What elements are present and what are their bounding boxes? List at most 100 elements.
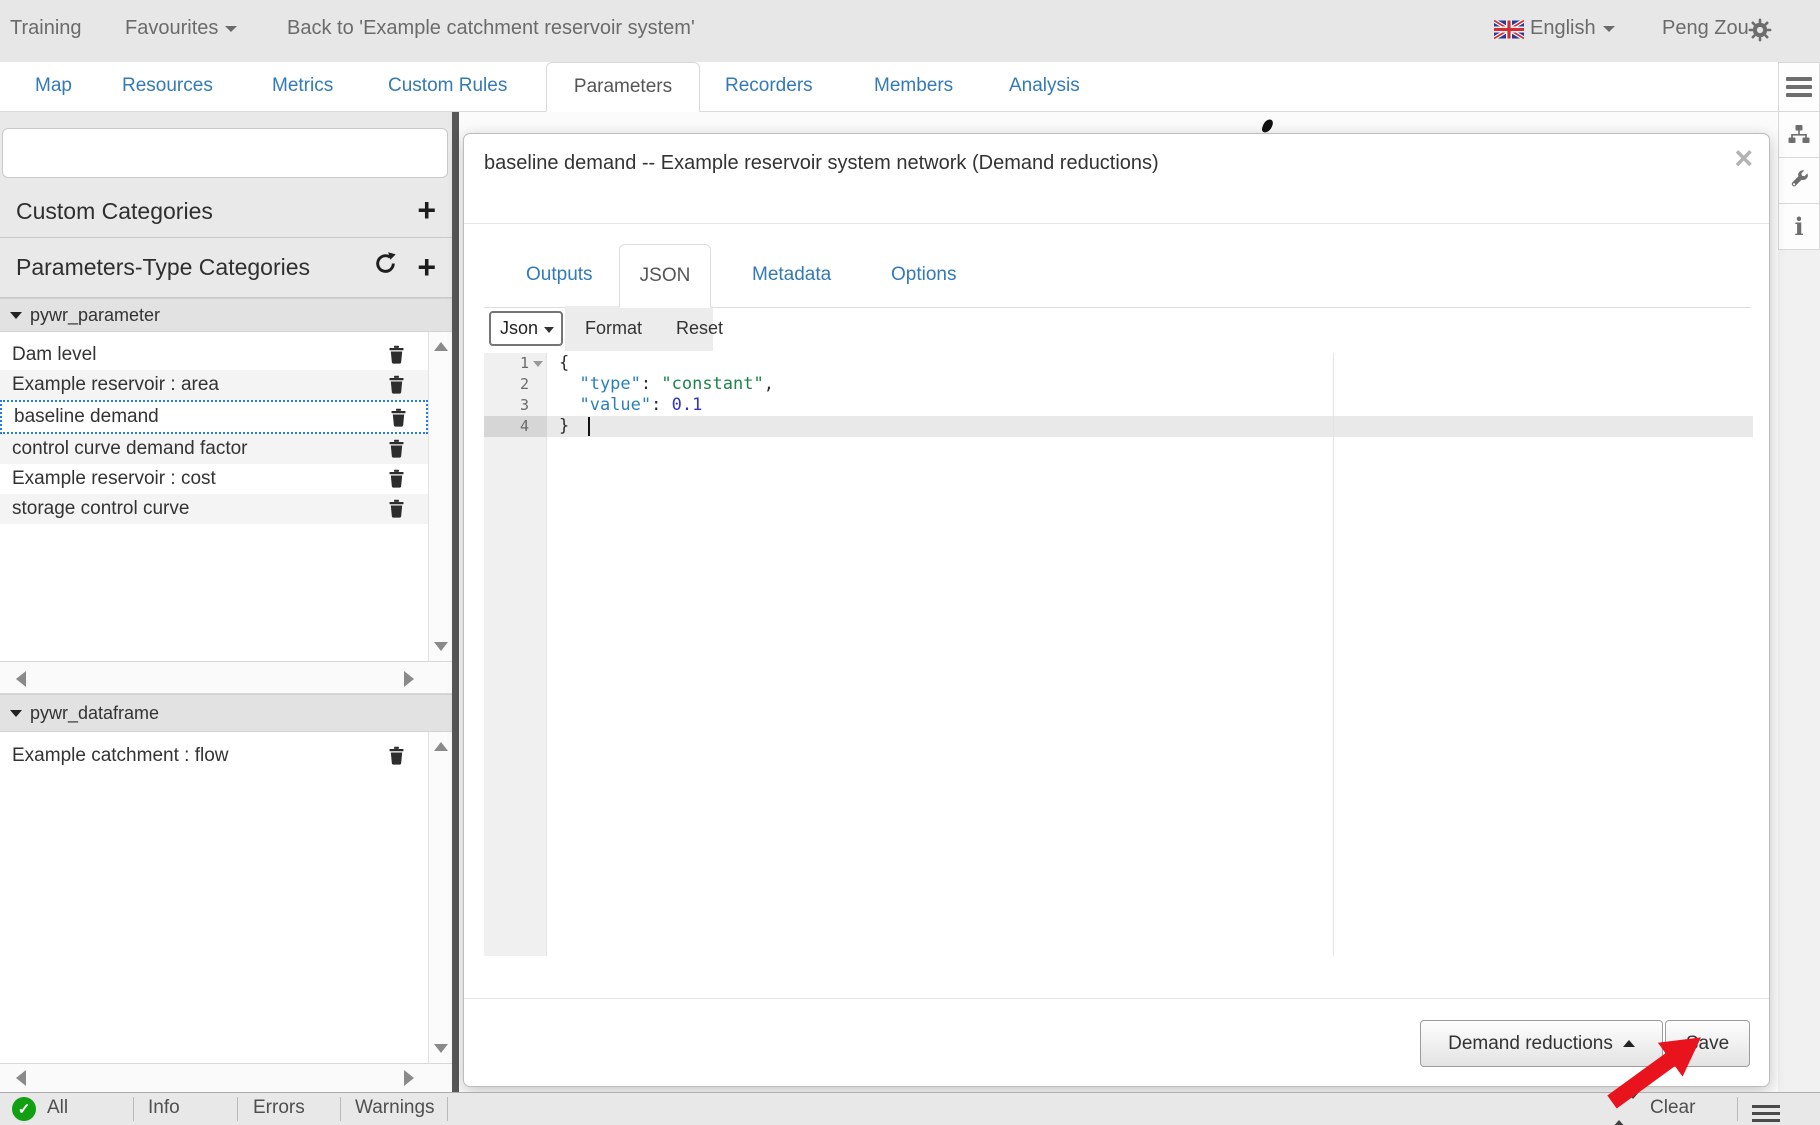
tab-metrics[interactable]: Metrics (272, 75, 333, 97)
format-button[interactable]: Format (585, 318, 642, 339)
editor-toolbar: Format Reset (565, 306, 713, 351)
tab-options[interactable]: Options (891, 264, 956, 286)
user-menu[interactable]: Peng Zou (1662, 17, 1749, 40)
json-mode-select[interactable]: Json (489, 311, 563, 346)
list-item[interactable]: Example catchment : flow (0, 740, 428, 772)
divider (447, 1097, 448, 1121)
line-number: 4 (484, 416, 547, 437)
tab-custom-rules[interactable]: Custom Rules (388, 75, 507, 97)
back-link[interactable]: Back to 'Example catchment reservoir sys… (287, 17, 695, 40)
brand-link[interactable]: Training (10, 17, 82, 40)
add-parameter-type-category-button[interactable]: + (417, 251, 436, 283)
parameter-detail-modal: baseline demand -- Example reservoir sys… (463, 133, 1770, 1087)
filter-info[interactable]: Info (148, 1097, 180, 1119)
tab-metadata[interactable]: Metadata (752, 264, 831, 286)
divider (340, 1097, 341, 1121)
wrench-icon (1788, 169, 1811, 192)
close-icon[interactable]: × (1734, 142, 1753, 174)
filter-errors[interactable]: Errors (253, 1097, 305, 1119)
add-custom-category-button[interactable]: + (417, 194, 436, 226)
tab-json[interactable]: JSON (619, 244, 711, 308)
reset-button[interactable]: Reset (676, 318, 723, 339)
horizontal-scrollbar[interactable] (0, 662, 452, 694)
tab-outputs[interactable]: Outputs (526, 264, 593, 286)
info-icon: i (1794, 215, 1803, 239)
group-name: pywr_dataframe (30, 703, 159, 724)
divider (464, 223, 1769, 224)
modal-title: baseline demand -- Example reservoir sys… (484, 152, 1159, 175)
chevron-down-icon (544, 327, 554, 333)
fold-caret-icon[interactable] (533, 361, 543, 367)
filter-all[interactable]: All (47, 1097, 68, 1119)
collapse-caret-icon (10, 710, 22, 717)
scroll-left-icon[interactable] (16, 671, 26, 687)
refresh-icon[interactable] (373, 251, 398, 282)
trash-icon[interactable] (386, 344, 408, 366)
app-root: Training Favourites Back to 'Example cat… (0, 0, 1820, 1125)
language-menu[interactable]: English (1530, 17, 1615, 40)
group-name: pywr_parameter (30, 305, 160, 326)
scroll-left-icon[interactable] (16, 1070, 26, 1086)
group-header-pywr-dataframe[interactable]: pywr_dataframe (0, 694, 452, 732)
panel-splitter[interactable] (452, 112, 459, 1092)
vertical-scrollbar[interactable] (428, 332, 452, 661)
right-tool-strip: i (1778, 62, 1820, 1092)
tab-resources[interactable]: Resources (122, 75, 213, 97)
trash-icon[interactable] (386, 468, 408, 490)
tab-map[interactable]: Map (35, 75, 72, 97)
trash-icon[interactable] (388, 407, 410, 429)
search-input[interactable] (2, 128, 448, 178)
scroll-right-icon[interactable] (404, 671, 414, 687)
favourites-menu[interactable]: Favourites (125, 17, 237, 40)
line-number: 2 (484, 374, 547, 395)
scroll-up-icon[interactable] (434, 742, 448, 751)
scroll-up-icon[interactable] (434, 342, 448, 351)
vertical-scrollbar[interactable] (428, 732, 452, 1063)
trash-icon[interactable] (386, 745, 408, 767)
code-line: "value": 0.1 (559, 395, 702, 416)
horizontal-scrollbar[interactable] (0, 1064, 452, 1092)
print-margin (1333, 353, 1334, 956)
editor-gutter: 1 2 3 4 (484, 353, 547, 956)
tab-recorders[interactable]: Recorders (725, 75, 813, 97)
scroll-down-icon[interactable] (434, 1044, 448, 1053)
list-item[interactable]: storage control curve (0, 494, 428, 524)
trash-icon[interactable] (386, 438, 408, 460)
trash-icon[interactable] (386, 498, 408, 520)
tab-parameters[interactable]: Parameters (546, 62, 700, 112)
divider (133, 1097, 134, 1121)
parameters-sidebar: Custom Categories + Parameters-Type Cate… (0, 112, 452, 1092)
tab-analysis[interactable]: Analysis (1009, 75, 1080, 97)
list-item-selected[interactable]: baseline demand (0, 400, 428, 434)
tools-button[interactable] (1778, 158, 1820, 204)
sort-icon[interactable] (1612, 1099, 1640, 1121)
custom-categories-row: Custom Categories + (0, 186, 452, 238)
favourites-label: Favourites (125, 17, 218, 39)
info-button[interactable]: i (1778, 204, 1820, 250)
save-button[interactable]: Save (1665, 1020, 1750, 1067)
code-line: "type": "constant", (559, 374, 774, 395)
code-area[interactable]: { "type": "constant", "value": 0.1 } (548, 353, 1753, 956)
pywr-dataframe-list: Example catchment : flow (0, 732, 452, 1064)
scenario-dropdown-button[interactable]: Demand reductions (1420, 1020, 1663, 1067)
uk-flag-icon (1494, 20, 1524, 45)
parameter-type-categories-row: Parameters-Type Categories + (0, 238, 452, 298)
scroll-right-icon[interactable] (404, 1070, 414, 1086)
scroll-down-icon[interactable] (434, 642, 448, 651)
trash-icon[interactable] (386, 374, 408, 396)
network-tree-button[interactable] (1778, 112, 1820, 158)
filter-warnings[interactable]: Warnings (355, 1097, 435, 1119)
list-item[interactable]: Dam level (0, 340, 428, 370)
panel-menu-button[interactable] (1778, 62, 1820, 112)
code-line: { (559, 353, 569, 374)
clear-button[interactable]: Clear (1650, 1097, 1695, 1119)
tab-members[interactable]: Members (874, 75, 953, 97)
list-item[interactable]: control curve demand factor (0, 434, 428, 464)
list-item[interactable]: Example reservoir : cost (0, 464, 428, 494)
log-menu-icon[interactable] (1752, 1101, 1780, 1125)
menu-icon (1786, 73, 1812, 101)
list-item[interactable]: Example reservoir : area (0, 370, 428, 400)
group-header-pywr-parameter[interactable]: pywr_parameter (0, 298, 452, 332)
gear-icon[interactable] (1748, 18, 1772, 48)
json-code-editor[interactable]: 1 2 3 4 { "type": "constant", "value": 0… (484, 353, 1753, 956)
